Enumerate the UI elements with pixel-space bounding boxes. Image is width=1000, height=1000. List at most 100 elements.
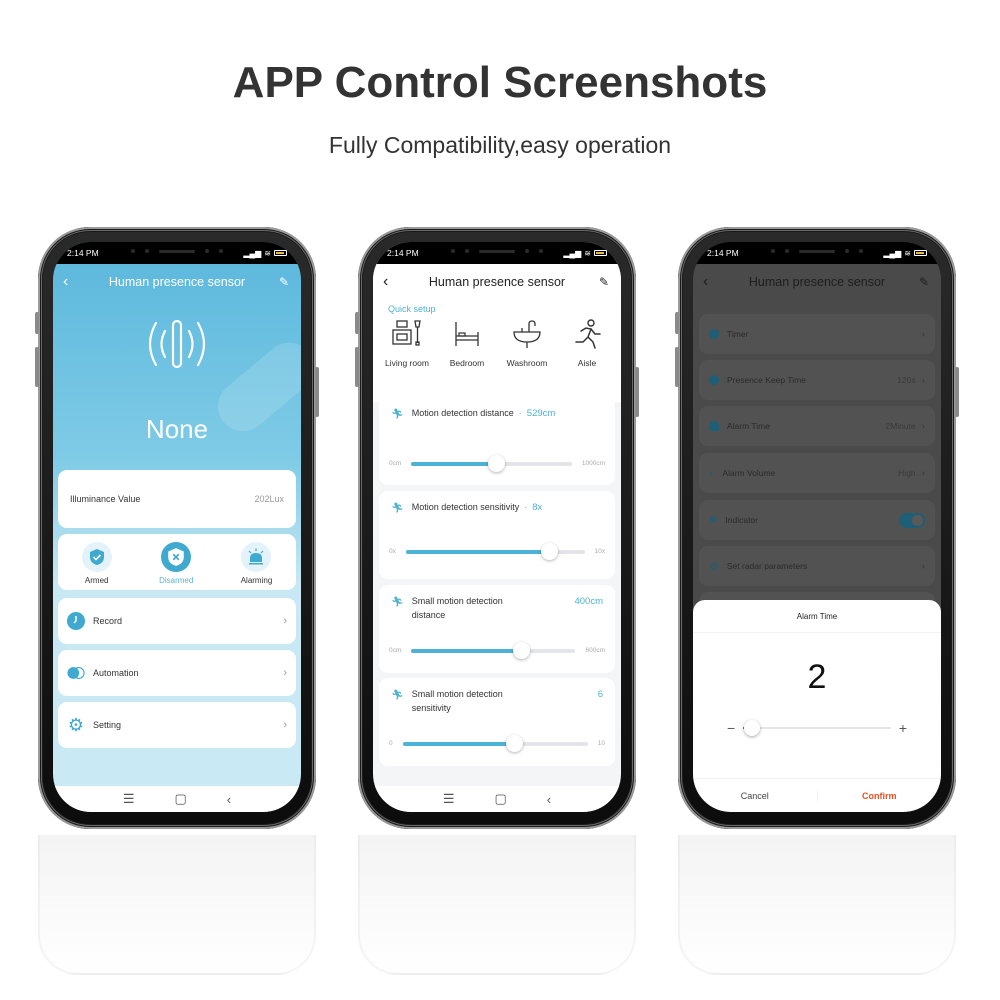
scene-living-room[interactable]: Living room (378, 318, 436, 368)
slider-label: Motion detection sensitivity (411, 502, 520, 512)
slider-thumb[interactable] (488, 454, 506, 472)
back-chevron-icon[interactable]: ‹ (63, 273, 68, 291)
scene-label: Washroom (506, 358, 548, 368)
gear-icon: ⚙ (67, 714, 85, 735)
running-person-icon: 🏃︎ (391, 690, 404, 701)
menu-item-automation[interactable]: Automation › (58, 650, 296, 696)
cancel-button[interactable]: Cancel (693, 790, 818, 801)
slider-thumb[interactable] (505, 734, 523, 752)
slider-min-label: 0cm (389, 460, 402, 467)
menu-item-label: Automation (93, 668, 139, 678)
wifi-icon: ≋ (584, 248, 591, 258)
shield-x-icon (168, 547, 184, 566)
setting-radar-parameters[interactable]: ⚙ Set radar parameters › (699, 546, 935, 586)
setting-alarm-time[interactable]: Alarm Time 2Minute › (699, 406, 935, 446)
slider-thumb[interactable] (512, 641, 530, 659)
slider-max-label: 10x (594, 548, 605, 555)
setting-value: 2Minute (885, 421, 916, 431)
back-chevron-icon[interactable]: ‹ (383, 273, 388, 291)
clock-icon (709, 329, 719, 339)
setting-label: Timer (727, 329, 749, 339)
slider-value: 529cm (526, 408, 556, 419)
scene-washroom[interactable]: Washroom (498, 318, 556, 368)
clock-icon (67, 612, 85, 630)
phone-reflection (358, 835, 636, 975)
mode-label: Armed (84, 575, 109, 585)
camera-notch (112, 245, 242, 257)
slider-card-motion-sensitivity: 🏃︎ Motion detection sensitivity · 8x 0x 10x (379, 491, 615, 579)
light-icon: ✺ (709, 514, 718, 526)
slider-max-label: 1000cm (581, 460, 605, 467)
nav-menu-icon[interactable]: ☰ (123, 791, 135, 807)
phone-radar-settings: 2:14 PM ▂▄▆ ≋ ‹ Human presence sensor ✎ Q… (355, 227, 639, 829)
menu-item-setting[interactable]: ⚙ Setting › (58, 702, 296, 748)
phone-reflection (678, 835, 956, 975)
slider-label: Small motion detection distance (411, 596, 503, 620)
scene-aisle[interactable]: Aisle (558, 318, 616, 368)
mode-armed[interactable]: Armed (81, 541, 112, 585)
phone-side-button (355, 347, 359, 387)
confirm-button[interactable]: Confirm (818, 791, 942, 801)
dialog-title: Alarm Time (796, 612, 838, 621)
slider-thumb[interactable] (743, 720, 760, 736)
small-motion-sensitivity-slider[interactable] (402, 734, 588, 752)
nav-home-icon[interactable]: ▢ (495, 791, 507, 807)
scene-bedroom[interactable]: Bedroom (438, 318, 496, 368)
camera-notch (432, 245, 562, 257)
wifi-icon: ≋ (904, 248, 911, 258)
gear-icon: ⚙ (709, 560, 719, 573)
setting-indicator: ✺ Indicator (699, 500, 935, 540)
indicator-toggle[interactable] (899, 512, 925, 528)
nav-home-icon[interactable]: ▢ (175, 791, 187, 807)
back-chevron-icon[interactable]: ‹ (703, 273, 708, 291)
screen: 2:14 PM ▂▄▆ ≋ ‹ Human presence sensor ✎ T… (693, 242, 941, 812)
scene-label: Aisle (577, 358, 597, 368)
setting-value: 120s (897, 375, 916, 385)
nav-menu-icon[interactable]: ☰ (443, 791, 455, 807)
slider-card-small-motion-sensitivity: 🏃︎ Small motion detection sensitivity 6 0 1… (379, 678, 615, 766)
screen: 2:14 PM ▂▄▆ ≋ ‹ Human presence sensor ✎ Q… (373, 242, 621, 812)
setting-alarm-volume[interactable]: 🔈︎ Alarm Volume High › (699, 453, 935, 493)
setting-presence-keep-time[interactable]: Presence Keep Time 120s › (699, 360, 935, 400)
slider-thumb[interactable] (540, 542, 558, 560)
app-bar: ‹ Human presence sensor ✎ (373, 264, 621, 300)
edit-pencil-icon[interactable]: ✎ (919, 275, 929, 289)
chevron-right-icon: › (921, 560, 925, 572)
small-motion-distance-slider[interactable] (411, 641, 576, 659)
slider-min-label: 0 (389, 740, 393, 747)
increment-button[interactable]: + (899, 720, 907, 736)
chevron-right-icon: › (283, 667, 287, 679)
scene-label: Living room (385, 358, 429, 368)
status-bar: 2:14 PM ▂▄▆ ≋ (693, 242, 941, 264)
illuminance-card: Illuminance Value 202Lux (58, 470, 296, 528)
edit-pencil-icon[interactable]: ✎ (279, 275, 289, 289)
phone-reflection (38, 835, 316, 975)
nav-back-icon[interactable]: ‹ (547, 792, 551, 807)
phone-power-button (955, 367, 959, 417)
phone-home-screen: 2:14 PM ▂▄▆ ≋ ‹ Human presence sensor ✎ N… (35, 227, 319, 829)
edit-pencil-icon[interactable]: ✎ (599, 275, 609, 289)
app-title: Human presence sensor (748, 275, 886, 289)
clock-icon (709, 375, 719, 385)
mode-disarmed[interactable]: Disarmed (159, 541, 194, 585)
slider-value: 6 (597, 689, 603, 700)
slider-max-label: 10 (597, 740, 605, 747)
menu-item-record[interactable]: Record › (58, 598, 296, 644)
motion-distance-slider[interactable] (411, 454, 572, 472)
nav-back-icon[interactable]: ‹ (227, 792, 231, 807)
chevron-right-icon: › (921, 374, 925, 386)
setting-value: High (898, 468, 916, 478)
running-person-icon (575, 319, 601, 349)
mode-alarming[interactable]: Alarming (241, 541, 272, 585)
phone-power-button (315, 367, 319, 417)
alarm-time-slider[interactable] (743, 720, 891, 736)
decrement-button[interactable]: − (727, 720, 735, 736)
mode-label: Disarmed (159, 575, 194, 585)
toggle-circles-icon (67, 667, 85, 679)
scene-list: Living room Bedroom Washroom Aisle (377, 318, 617, 368)
phone-side-button (675, 347, 679, 387)
menu-item-label: Record (93, 616, 123, 626)
motion-sensitivity-slider[interactable] (405, 542, 585, 560)
screen: 2:14 PM ▂▄▆ ≋ ‹ Human presence sensor ✎ N… (53, 242, 301, 812)
setting-timer[interactable]: Timer › (699, 314, 935, 354)
